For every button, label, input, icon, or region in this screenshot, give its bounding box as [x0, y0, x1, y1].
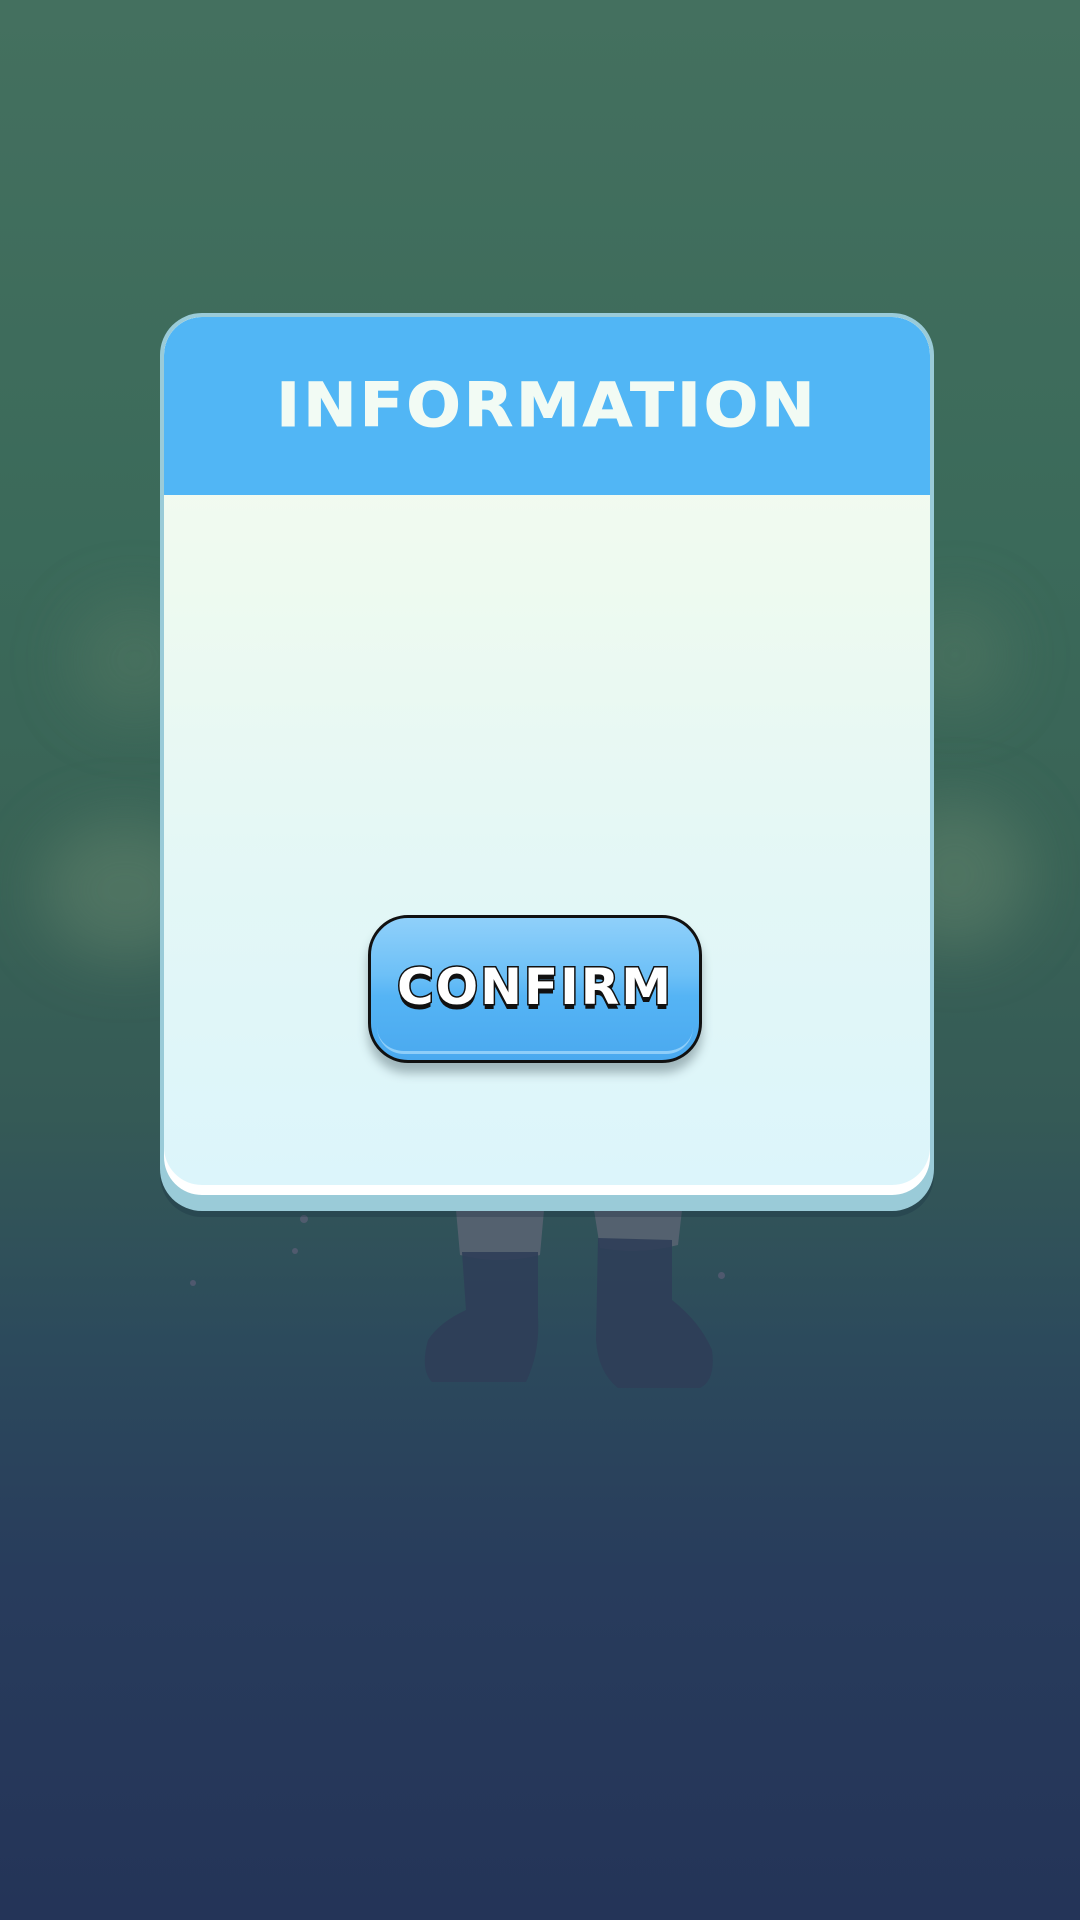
- dialog-frame: INFORMATION: [164, 317, 930, 1195]
- confirm-button[interactable]: CONFIRM: [368, 915, 702, 1063]
- dust-particle: [190, 1280, 196, 1286]
- information-dialog: INFORMATION: [160, 313, 934, 1211]
- dust-particle: [292, 1248, 298, 1254]
- dust-particle: [300, 1215, 308, 1223]
- dialog-header: INFORMATION: [164, 317, 930, 495]
- confirm-button-label: CONFIRM: [395, 957, 674, 1018]
- dialog-title: INFORMATION: [276, 370, 818, 442]
- dust-particle: [718, 1272, 725, 1279]
